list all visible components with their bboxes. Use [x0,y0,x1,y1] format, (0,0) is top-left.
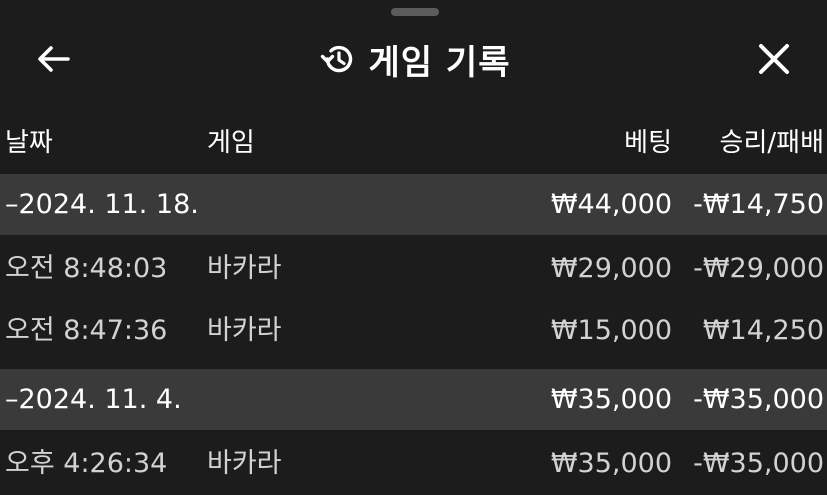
date-group-row[interactable]: –2024. 11. 18. ₩44,000 -₩14,750 [0,174,827,235]
close-button[interactable] [750,36,798,82]
game-record-row[interactable]: 오전 8:48:03 바카라 ₩29,000 -₩29,000 [0,238,827,300]
group-bet-total: ₩44,000 [550,189,672,220]
column-header-result: 승리/패배 [719,128,824,158]
column-headers: 날짜 게임 베팅 승리/패배 [0,118,827,168]
record-game: 바카라 [207,448,282,479]
record-game: 바카라 [207,253,282,284]
record-time: 오후 4:26:34 [5,448,168,479]
record-game: 바카라 [207,315,282,346]
history-icon [320,45,352,73]
record-result: -₩35,000 [693,448,824,479]
record-bet: ₩35,000 [550,448,672,479]
record-result: -₩29,000 [693,253,824,284]
game-record-row[interactable]: 오전 8:47:36 바카라 ₩15,000 ₩14,250 [0,300,827,362]
close-icon [759,44,789,74]
column-header-game: 게임 [207,128,255,158]
history-list: –2024. 11. 18. ₩44,000 -₩14,750 오전 8:48:… [0,174,827,495]
arrow-left-icon [38,46,70,72]
record-bet: ₩15,000 [550,315,672,346]
drag-handle[interactable] [391,8,439,16]
group-date: –2024. 11. 18. [5,189,199,220]
group-result-total: -₩35,000 [693,384,824,415]
record-time: 오전 8:47:36 [5,315,168,346]
record-bet: ₩29,000 [550,253,672,284]
game-record-row[interactable]: 오후 4:26:34 바카라 ₩35,000 -₩35,000 [0,433,827,495]
column-header-bet: 베팅 [624,128,672,158]
group-date: –2024. 11. 4. [5,384,182,415]
group-result-total: -₩14,750 [693,189,824,220]
column-header-date: 날짜 [5,128,53,158]
group-bet-total: ₩35,000 [550,384,672,415]
header: 게임 기록 [0,28,827,90]
page-title: 게임 기록 [368,42,511,83]
record-time: 오전 8:48:03 [5,253,168,284]
date-group-row[interactable]: –2024. 11. 4. ₩35,000 -₩35,000 [0,369,827,430]
back-button[interactable] [30,38,78,80]
record-result: ₩14,250 [702,315,824,346]
